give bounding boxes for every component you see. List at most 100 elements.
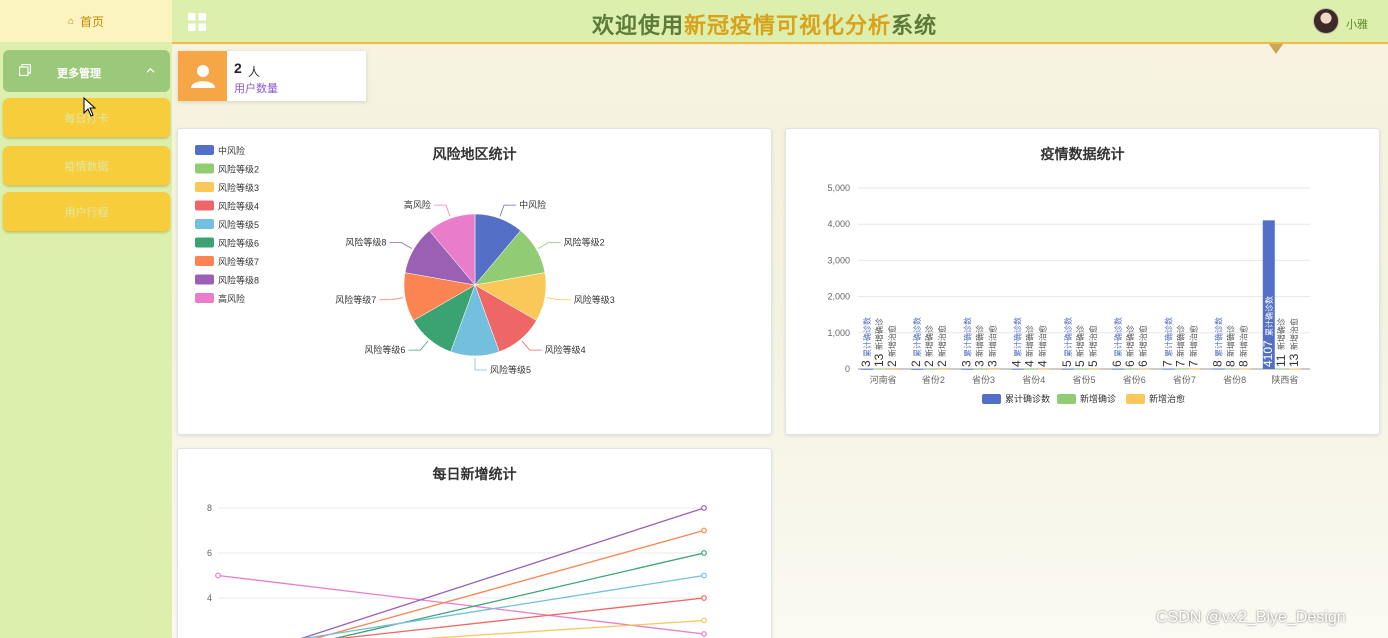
legend-swatch[interactable] (195, 200, 214, 211)
y-tick-label: 6 (207, 548, 212, 558)
bar[interactable] (937, 368, 950, 370)
bar-data-label: 3 新增治愈 (985, 325, 999, 367)
bar[interactable] (1024, 368, 1037, 370)
line-point[interactable] (215, 572, 221, 579)
bar-value-label: 3 (972, 360, 986, 367)
bar[interactable] (861, 368, 873, 370)
line-point[interactable] (701, 617, 707, 624)
line-point[interactable] (701, 595, 707, 601)
bar[interactable] (1238, 368, 1251, 370)
sidebar-group-more-management[interactable]: 更多管理 (3, 50, 170, 92)
bar[interactable] (1212, 368, 1225, 370)
legend-swatch[interactable] (195, 145, 214, 155)
bar-series-label: 新增治愈 (1038, 325, 1048, 357)
y-tick-label: 1,000 (827, 328, 850, 338)
bar-data-label: 2 新增确诊 (922, 325, 936, 367)
legend-label[interactable]: 高风险 (218, 293, 245, 304)
bar[interactable] (961, 368, 974, 370)
bar[interactable] (987, 368, 1000, 370)
bar-chart: 01,0002,0003,0004,0005,000河南省3累计确诊数13新增确… (827, 183, 1310, 404)
bar[interactable] (887, 368, 899, 370)
line-series[interactable] (218, 597, 705, 638)
bar[interactable] (1074, 368, 1087, 370)
line-point[interactable] (701, 572, 707, 579)
legend-swatch[interactable] (195, 293, 214, 303)
bar[interactable] (1138, 368, 1151, 370)
bar-series-label: 新增治愈 (887, 325, 897, 357)
bar[interactable] (1225, 368, 1238, 370)
bar-data-label: 4 累计确诊数 (1010, 317, 1024, 367)
x-tick-label: 省份2 (922, 374, 945, 385)
bar[interactable] (911, 368, 924, 370)
bar[interactable] (874, 368, 886, 370)
legend-label[interactable]: 风险等级7 (218, 256, 259, 267)
bar-series-label: 新增确诊 (874, 318, 884, 350)
sidebar: ⌂ 首页 更多管理 每日打卡 疫情数据 用户行程 (0, 0, 172, 638)
bar-data-label: 4 新增治愈 (1036, 325, 1050, 367)
bar[interactable] (1175, 368, 1188, 370)
pie-label-line (474, 358, 487, 371)
legend-swatch[interactable] (1126, 394, 1145, 404)
bar[interactable] (1288, 368, 1301, 370)
x-tick-label: 省份5 (1072, 374, 1095, 385)
bar[interactable] (1112, 368, 1125, 370)
line-series[interactable] (218, 619, 705, 638)
legend-label[interactable]: 风险等级6 (218, 238, 259, 249)
bar-data-label: 2 累计确诊数 (909, 317, 923, 367)
bar-series-label: 新增确诊 (1276, 318, 1286, 350)
legend-swatch[interactable] (195, 219, 214, 229)
sidebar-item-label: 用户行程 (64, 206, 109, 219)
bar[interactable] (1061, 368, 1074, 370)
grid-menu-icon[interactable] (188, 13, 206, 31)
bar-data-label: 6 新增治愈 (1136, 325, 1150, 367)
legend-label[interactable]: 风险等级5 (218, 219, 259, 230)
legend-label[interactable]: 风险等级4 (218, 201, 259, 212)
legend-swatch[interactable] (195, 182, 214, 192)
line-point[interactable] (701, 505, 707, 511)
user-count-value: 2 (234, 60, 242, 76)
bar-series-label: 新增确诊 (1025, 325, 1035, 357)
bar[interactable] (1188, 368, 1201, 370)
user-name[interactable]: 小雅 (1346, 16, 1368, 32)
line-point[interactable] (701, 550, 707, 556)
legend-swatch[interactable] (195, 163, 214, 174)
bar[interactable] (1037, 368, 1050, 370)
legend-label[interactable]: 新增确诊 (1080, 393, 1116, 404)
bar[interactable] (974, 368, 987, 370)
legend-swatch[interactable] (1057, 394, 1076, 404)
line-point[interactable] (701, 527, 707, 534)
bar-series-label: 新增确诊 (1226, 325, 1236, 357)
legend-label[interactable]: 风险等级8 (218, 275, 259, 286)
bar-value-label: 2 (935, 360, 949, 367)
legend-label[interactable]: 累计确诊数 (1005, 393, 1050, 404)
line-series[interactable] (218, 507, 705, 638)
legend-label[interactable]: 新增治愈 (1149, 393, 1185, 404)
legend-swatch[interactable] (982, 394, 1001, 404)
bar[interactable] (1162, 368, 1175, 370)
bar[interactable] (1275, 368, 1288, 370)
legend-swatch[interactable] (195, 237, 214, 248)
bar[interactable] (1125, 368, 1138, 370)
bar-value-label: 4 (1010, 360, 1024, 367)
legend-label[interactable]: 风险等级2 (218, 164, 259, 175)
legend-swatch[interactable] (195, 274, 214, 285)
bar[interactable] (1011, 368, 1024, 370)
y-tick-label: 0 (845, 364, 850, 374)
bar-series-label: 累计确诊数 (1063, 317, 1073, 357)
bar[interactable] (1087, 368, 1100, 370)
sidebar-item-epidemic-data[interactable]: 疫情数据 (3, 146, 170, 185)
avatar[interactable] (1313, 8, 1339, 34)
title-segment: 可视化 (776, 13, 846, 38)
legend-swatch[interactable] (195, 256, 214, 266)
pie-label: 风险等级2 (564, 237, 605, 248)
bar[interactable] (924, 368, 937, 370)
sidebar-item-user-itinerary[interactable]: 用户行程 (3, 192, 170, 231)
pie-label-line (408, 340, 429, 351)
pie-label-line (546, 297, 571, 301)
line-point[interactable] (701, 631, 707, 637)
legend-label[interactable]: 风险等级3 (218, 182, 259, 193)
sidebar-item-home[interactable]: ⌂ 首页 (0, 0, 172, 42)
legend-label[interactable]: 中风险 (218, 145, 245, 156)
user-icon (190, 65, 215, 88)
bar-value-label: 5 (1073, 360, 1087, 367)
